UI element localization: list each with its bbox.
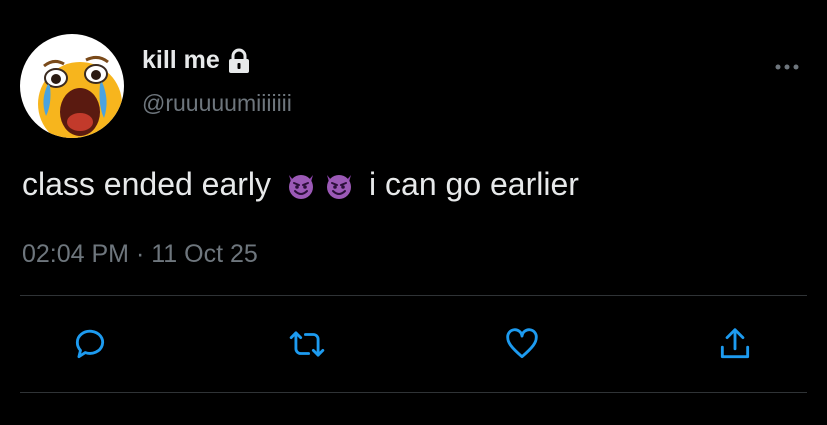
- share-icon: [720, 328, 750, 359]
- more-options-icon[interactable]: [774, 60, 800, 72]
- emoji-group: [285, 169, 355, 201]
- share-button[interactable]: [713, 322, 757, 366]
- lock-icon: [228, 48, 250, 74]
- retweet-icon: [289, 331, 325, 357]
- retweet-button[interactable]: [285, 322, 329, 366]
- tweet-timestamp[interactable]: 02:04 PM · 11 Oct 25: [22, 240, 258, 269]
- tweet-text: class ended early i can go earlier: [22, 166, 579, 203]
- avatar[interactable]: [20, 34, 124, 138]
- tweet-text-start: class ended early: [22, 166, 272, 202]
- divider-top: [20, 295, 807, 296]
- crying-face-avatar-icon: [38, 55, 122, 138]
- heart-icon: [506, 328, 538, 359]
- display-name-text: kill me: [142, 46, 220, 74]
- display-name[interactable]: kill me: [142, 46, 250, 75]
- like-button[interactable]: [500, 322, 544, 366]
- user-handle[interactable]: @ruuuuumiiiiiii: [142, 90, 292, 117]
- reply-icon: [75, 329, 105, 359]
- smiling-imp-emoji-icon: [323, 169, 355, 201]
- reply-button[interactable]: [68, 322, 112, 366]
- tweet-text-end: i can go earlier: [369, 166, 579, 202]
- divider-bottom: [20, 392, 807, 393]
- smiling-imp-emoji-icon: [285, 169, 317, 201]
